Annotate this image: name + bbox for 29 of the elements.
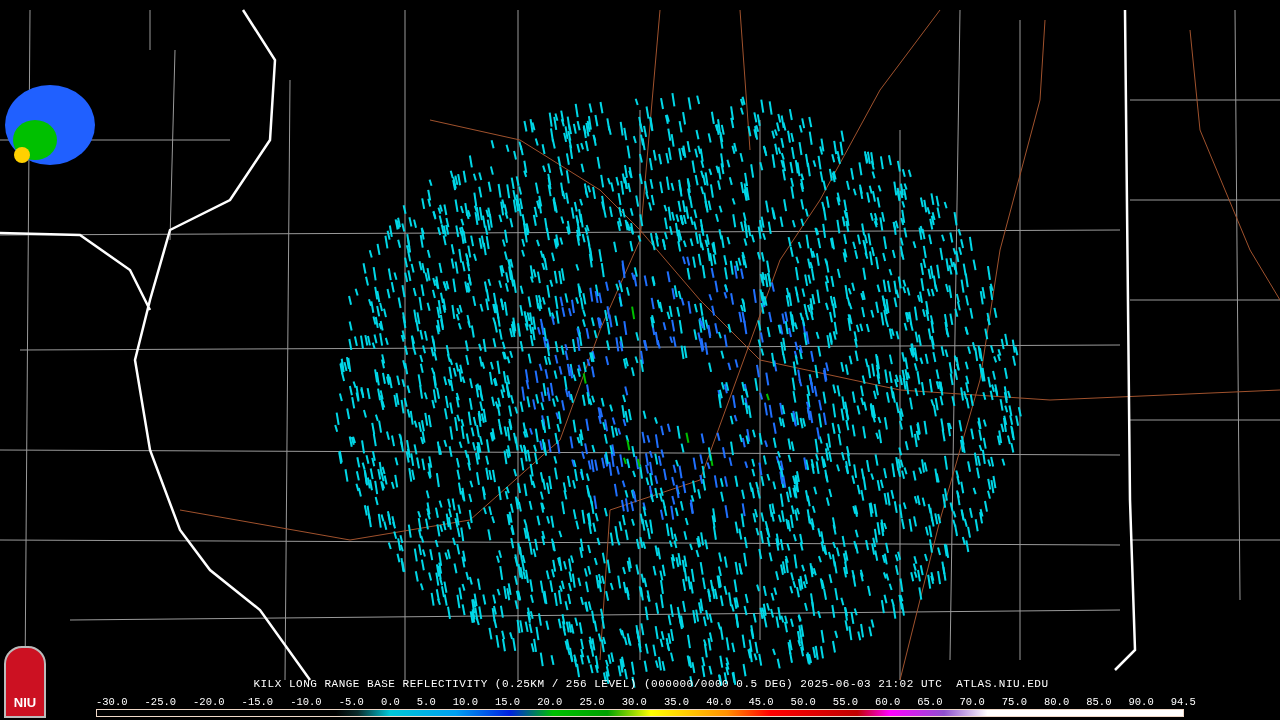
legend-label: 60.0 [875,696,901,709]
legend-label: 75.0 [1001,696,1027,709]
legend-label: 94.5 [1170,696,1196,709]
legend-label: 45.0 [748,696,774,709]
legend-label: -15.0 [241,696,274,709]
site-credit: ATLAS.NIU.EDU [956,677,1049,691]
legend-label: 80.0 [1044,696,1070,709]
legend-label: -25.0 [144,696,177,709]
legend-label: 50.0 [790,696,816,709]
logo-text: NIU [13,693,37,712]
legend-label: 85.0 [1086,696,1112,709]
legend-label: 10.0 [452,696,478,709]
legend-label: 70.0 [959,696,985,709]
legend-label: -10.0 [290,696,322,709]
legend-label: 5.0 [416,696,436,709]
legend-label: 25.0 [579,696,605,709]
legend-label: 0.0 [380,696,400,709]
legend-label: 15.0 [494,696,521,709]
legend-label: 55.0 [832,696,859,709]
legend-label: -30.0 [96,696,128,709]
legend-label: 40.0 [706,696,732,709]
legend-label: 30.0 [621,696,647,709]
legend-label: 90.0 [1128,696,1154,709]
legend-label: 35.0 [663,696,690,709]
legend-label: -20.0 [193,696,225,709]
legend-label: 65.0 [917,696,943,709]
legend-label: 20.0 [537,696,563,709]
legend-label: -5.0 [338,696,364,709]
storm-echo-icon [5,85,95,165]
